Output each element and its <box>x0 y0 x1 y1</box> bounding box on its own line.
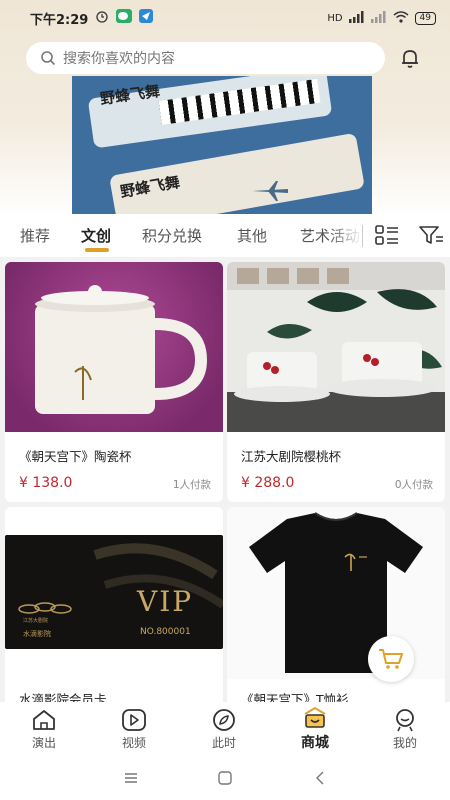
tab-recommend[interactable]: 推荐 <box>20 225 50 246</box>
product-price: ¥ 288.0 <box>241 475 295 491</box>
signal-icon-2 <box>370 10 387 26</box>
menu-icon[interactable] <box>124 772 138 784</box>
profile-icon <box>396 709 414 732</box>
search-row: 搜索你喜欢的内容 <box>26 42 426 74</box>
status-time: 下午2:29 <box>30 12 89 28</box>
product-sales-count: 0人付款 <box>394 479 433 491</box>
product-image-cherry-cups <box>227 262 445 432</box>
wechat-icon <box>116 9 133 27</box>
product-card[interactable]: 《朝天宫下》陶瓷杯 ¥ 138.0 1人付款 <box>5 262 223 502</box>
nav-video[interactable]: 视频 <box>104 708 164 751</box>
category-tabs: 推荐 文创 积分兑换 其他 艺术活动 <box>0 215 450 257</box>
vip-card-graphic: VIP NO.800001 江苏大剧院 水滴影院 <box>5 535 223 649</box>
nav-label: 我的 <box>392 736 417 750</box>
search-placeholder: 搜索你喜欢的内容 <box>63 51 175 67</box>
tab-points-exchange[interactable]: 积分兑换 <box>142 225 202 246</box>
list-view-icon[interactable] <box>374 223 400 251</box>
product-card[interactable]: 江苏大剧院樱桃杯 ¥ 288.0 0人付款 <box>227 262 445 502</box>
nav-mine[interactable]: 我的 <box>375 708 435 751</box>
alarm-icon <box>95 9 109 27</box>
product-title: 《朝天宫下》陶瓷杯 <box>19 449 132 464</box>
shop-icon <box>304 706 326 728</box>
nav-label: 此时 <box>211 736 236 750</box>
nav-label: 演出 <box>31 736 56 750</box>
product-image-vip-card: VIP NO.800001 江苏大剧院 水滴影院 <box>5 507 223 667</box>
search-input[interactable]: 搜索你喜欢的内容 <box>26 42 385 74</box>
filter-icon[interactable] <box>418 223 444 251</box>
message-app-icon <box>139 9 154 27</box>
product-title: 江苏大剧院樱桃杯 <box>241 449 342 464</box>
bottom-navigation: 演出 视频 此时 商城 我的 <box>0 702 450 758</box>
signal-icon <box>348 10 365 26</box>
tab-cultural[interactable]: 文创 <box>81 225 111 246</box>
nav-label: 商城 <box>301 735 329 751</box>
active-tab-indicator <box>85 248 109 252</box>
system-navigation-bar <box>0 758 450 800</box>
network-label: HD <box>327 12 343 24</box>
nav-label: 视频 <box>121 736 146 750</box>
vip-brand-line2: 水滴影院 <box>23 630 51 638</box>
battery-indicator: 49 <box>414 11 436 25</box>
tabs-divider <box>362 225 363 247</box>
wifi-icon <box>393 10 409 26</box>
product-price: ¥ 138.0 <box>19 475 73 491</box>
airplane-graphic <box>252 181 288 201</box>
back-icon[interactable] <box>314 771 326 785</box>
tab-other[interactable]: 其他 <box>237 225 267 246</box>
product-image-ceramic-mug <box>5 262 223 432</box>
nav-shop[interactable]: 商城 <box>285 706 345 752</box>
bell-icon[interactable] <box>398 46 422 74</box>
product-card[interactable]: 《朝天宫下》T恤衫 <box>227 507 445 707</box>
home-icon <box>33 710 55 730</box>
status-bar: 下午2:29 HD 49 <box>0 0 450 36</box>
product-sales-count: 1人付款 <box>172 479 211 491</box>
banner-pencil-case-bottom <box>109 132 365 214</box>
vip-label: VIP <box>137 585 194 618</box>
nav-now[interactable]: 此时 <box>194 708 254 751</box>
cart-icon <box>379 649 403 669</box>
product-card[interactable]: VIP NO.800001 江苏大剧院 水滴影院 水滴影院会员卡 <box>5 507 223 707</box>
promo-banner[interactable]: 野蜂飞舞 野蜂飞舞 <box>72 76 372 214</box>
nav-performances[interactable]: 演出 <box>14 708 74 751</box>
search-icon <box>41 51 56 66</box>
vip-brand-line1: 江苏大剧院 <box>23 618 49 624</box>
compass-icon <box>213 709 235 731</box>
play-icon <box>122 709 146 731</box>
vip-card-number: NO.800001 <box>140 627 191 637</box>
home-button-icon[interactable] <box>218 771 232 785</box>
piano-keys-graphic <box>158 78 321 125</box>
tabs-fade <box>330 215 362 257</box>
cart-button[interactable] <box>368 636 414 682</box>
